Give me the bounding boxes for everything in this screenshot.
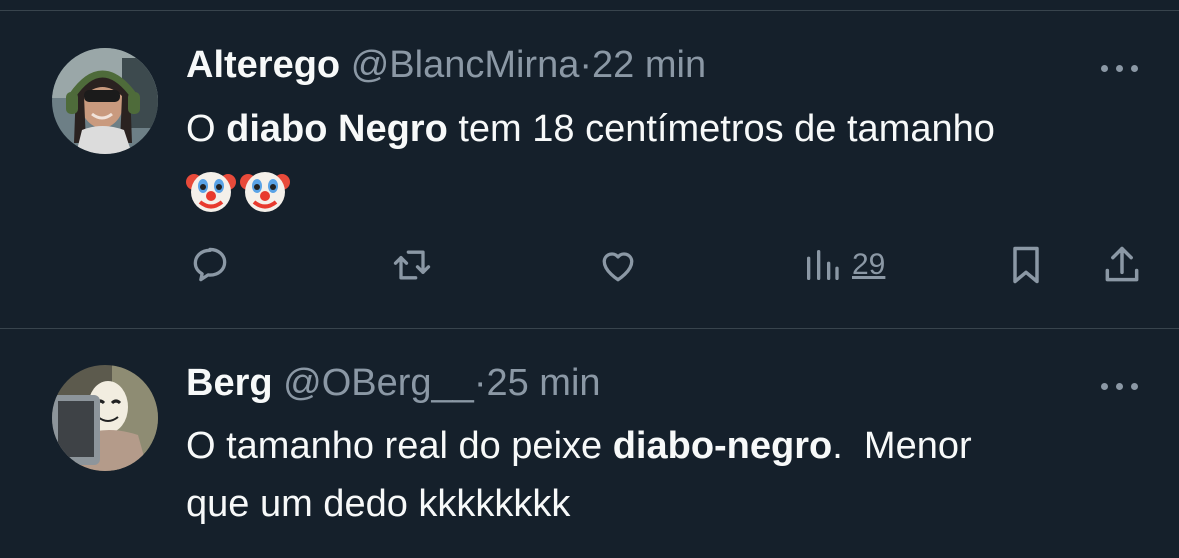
text-part: O (186, 108, 227, 150)
timestamp[interactable]: 25 min (486, 362, 600, 404)
more-icon[interactable] (1101, 58, 1145, 78)
share-icon (1105, 246, 1139, 282)
text-bold: diabo Negro (226, 108, 448, 150)
timestamp[interactable]: 22 min (592, 44, 706, 86)
reply-button[interactable] (188, 240, 232, 290)
author-handle[interactable]: @BlancMirna (351, 44, 580, 86)
top-divider (0, 10, 1179, 11)
author-name[interactable]: Berg (186, 362, 273, 404)
tweet-header: Berg @OBerg__·25 min (186, 362, 601, 405)
text-bold: diabo-negro (612, 425, 833, 467)
bookmark-button[interactable] (1004, 240, 1048, 290)
separator-dot: · (473, 362, 487, 404)
text-part: que um dedo kkkkkkkk (186, 483, 571, 525)
like-button[interactable] (596, 240, 640, 290)
clown-face-icon (186, 171, 236, 212)
tweet-actions: 29 (0, 240, 1179, 290)
views-icon (807, 250, 839, 280)
clown-face-icon (240, 171, 290, 212)
views-button[interactable]: 29 (802, 240, 885, 290)
author-name[interactable]: Alterego (186, 44, 340, 86)
more-icon[interactable] (1101, 376, 1145, 396)
tweet-text: O diabo Negro tem 18 centímetros de tama… (186, 100, 995, 216)
retweet-button[interactable] (390, 240, 434, 290)
avatar[interactable] (52, 48, 158, 154)
views-count: 29 (852, 248, 886, 281)
retweet-icon (393, 250, 431, 280)
tweet-header: Alterego @BlancMirna·22 min (186, 44, 706, 87)
bookmark-icon (1013, 246, 1039, 284)
text-part: tem 18 centímetros de tamanho (447, 108, 995, 150)
text-part: . Menor (832, 425, 972, 467)
avatar[interactable] (52, 365, 158, 471)
tweet-divider (0, 328, 1179, 329)
tweet-text: O tamanho real do peixe diabo-negro. Men… (186, 417, 972, 533)
author-handle[interactable]: @OBerg__ (283, 362, 474, 404)
text-part: O tamanho real do peixe (186, 425, 613, 467)
reply-icon (193, 247, 227, 282)
like-icon (602, 252, 634, 282)
separator-dot: · (579, 44, 593, 86)
share-button[interactable] (1100, 240, 1144, 290)
